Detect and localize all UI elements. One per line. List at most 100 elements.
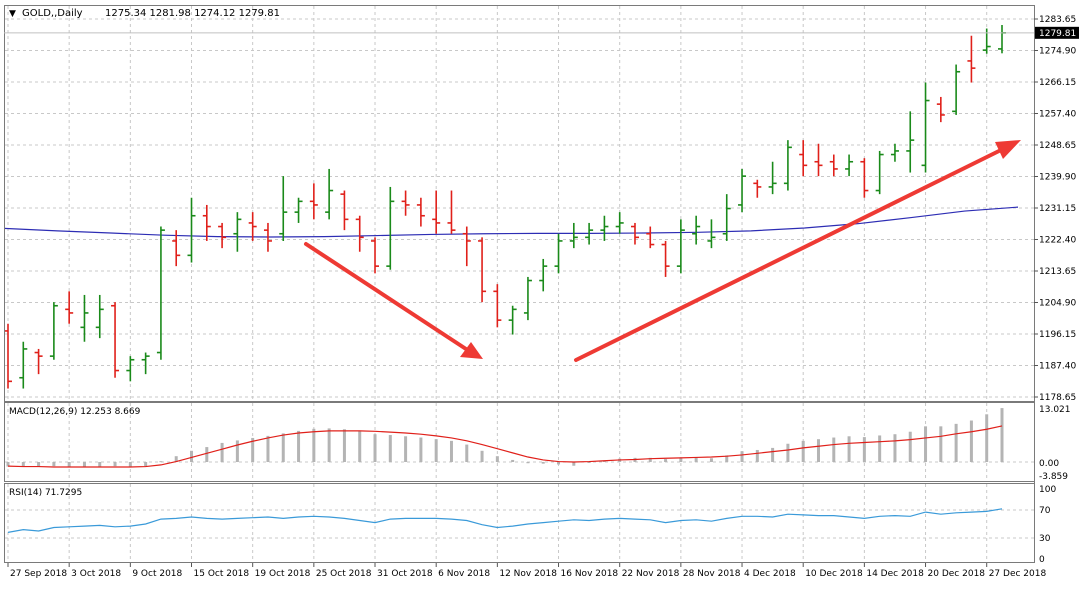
macd-histogram-bar <box>312 428 316 462</box>
price-tick-label: 1231.15 <box>1039 204 1076 214</box>
macd-histogram-bar <box>281 433 285 462</box>
macd-histogram-bar <box>755 449 759 462</box>
macd-tick-max: 13.021 <box>1039 405 1071 415</box>
date-tick-label: 9 Oct 2018 <box>132 569 182 579</box>
macd-histogram-bar <box>786 443 790 462</box>
price-chart[interactable]: ▼ GOLD,,Daily 1275.34 1281.98 1274.12 12… <box>0 0 1080 586</box>
price-tick-label: 1257.40 <box>1039 110 1076 120</box>
macd-histogram-bar <box>327 428 331 462</box>
macd-tick-min: -3.859 <box>1039 472 1068 482</box>
macd-histogram-bar <box>113 461 117 467</box>
macd-histogram-bar <box>939 426 943 462</box>
price-tick-label: 1204.90 <box>1039 299 1076 309</box>
rsi-label: RSI(14) 71.7295 <box>9 488 82 498</box>
date-tick-label: 12 Nov 2018 <box>499 569 557 579</box>
macd-tick-zero: 0.00 <box>1039 459 1059 469</box>
macd-histogram-bar <box>37 461 41 467</box>
macd-histogram-bar <box>924 426 928 462</box>
macd-histogram-bar <box>664 459 668 462</box>
macd-histogram-bar <box>82 461 86 467</box>
price-tick-label: 1178.65 <box>1039 393 1076 403</box>
ohlc-readout: 1275.34 1281.98 1274.12 1279.81 <box>105 8 280 19</box>
macd-histogram-bar <box>266 435 270 462</box>
macd-histogram-bar <box>342 429 346 462</box>
chart-background <box>0 0 1080 586</box>
date-tick-label: 4 Dec 2018 <box>744 569 796 579</box>
macd-histogram-bar <box>679 458 683 462</box>
macd-histogram-bar <box>297 430 301 462</box>
macd-histogram-bar <box>419 437 423 462</box>
macd-histogram-bar <box>52 461 56 467</box>
price-tick-label: 1196.15 <box>1039 330 1076 340</box>
price-tick-label: 1266.15 <box>1039 78 1076 88</box>
rsi-tick-label: 100 <box>1039 485 1056 495</box>
macd-histogram-bar <box>21 461 25 467</box>
macd-histogram-bar <box>220 442 224 462</box>
date-tick-label: 19 Oct 2018 <box>255 569 311 579</box>
macd-histogram-bar <box>434 439 438 462</box>
macd-histogram-bar <box>985 414 989 462</box>
rsi-tick-label: 0 <box>1039 555 1045 565</box>
title-arrow[interactable]: ▼ <box>9 9 16 19</box>
rsi-tick-label: 70 <box>1039 506 1051 516</box>
date-tick-label: 25 Oct 2018 <box>316 569 372 579</box>
macd-histogram-bar <box>816 439 820 462</box>
date-tick-label: 22 Nov 2018 <box>622 569 680 579</box>
macd-histogram-bar <box>740 451 744 462</box>
macd-histogram-bar <box>832 437 836 462</box>
date-tick-label: 6 Nov 2018 <box>438 569 490 579</box>
macd-histogram-bar <box>388 435 392 462</box>
date-tick-label: 16 Nov 2018 <box>561 569 619 579</box>
macd-histogram-bar <box>480 450 484 462</box>
macd-histogram-bar <box>526 461 530 464</box>
macd-label: MACD(12,26,9) 12.253 8.669 <box>9 407 141 417</box>
macd-histogram-bar <box>144 461 148 467</box>
macd-histogram-bar <box>954 423 958 462</box>
macd-histogram-bar <box>235 440 239 462</box>
price-tick-label: 1222.40 <box>1039 236 1076 246</box>
macd-histogram-bar <box>449 440 453 462</box>
date-tick-label: 27 Sep 2018 <box>10 569 67 579</box>
price-tick-label: 1283.65 <box>1039 15 1076 25</box>
macd-histogram-bar <box>67 461 71 467</box>
price-tick-label: 1274.90 <box>1039 47 1076 57</box>
macd-histogram-bar <box>969 420 973 462</box>
macd-histogram-bar <box>557 461 561 465</box>
date-tick-label: 10 Dec 2018 <box>805 569 863 579</box>
date-tick-label: 31 Oct 2018 <box>377 569 433 579</box>
macd-histogram-bar <box>511 459 515 462</box>
date-tick-label: 15 Oct 2018 <box>194 569 250 579</box>
macd-histogram-bar <box>878 435 882 462</box>
macd-histogram-bar <box>128 461 132 467</box>
date-tick-label: 20 Dec 2018 <box>928 569 986 579</box>
macd-histogram-bar <box>801 440 805 462</box>
macd-histogram-bar <box>404 436 408 462</box>
price-tick-label: 1213.65 <box>1039 267 1076 277</box>
macd-histogram-bar <box>694 457 698 462</box>
macd-histogram-bar <box>205 447 209 462</box>
macd-histogram-bar <box>862 437 866 462</box>
price-tick-label: 1187.40 <box>1039 362 1076 372</box>
macd-histogram-bar <box>709 458 713 462</box>
macd-histogram-bar <box>465 444 469 462</box>
date-tick-label: 14 Dec 2018 <box>866 569 924 579</box>
current-price-label: 1279.81 <box>1039 29 1076 39</box>
macd-histogram-bar <box>847 436 851 462</box>
date-tick-label: 27 Dec 2018 <box>989 569 1047 579</box>
macd-histogram-bar <box>771 447 775 462</box>
macd-histogram-bar <box>908 431 912 462</box>
date-tick-label: 3 Oct 2018 <box>71 569 121 579</box>
macd-histogram-bar <box>159 461 163 463</box>
price-tick-label: 1248.65 <box>1039 141 1076 151</box>
price-tick-label: 1239.90 <box>1039 173 1076 183</box>
chart-window[interactable]: ▼ GOLD,,Daily 1275.34 1281.98 1274.12 12… <box>0 0 1080 586</box>
symbol-label: GOLD,,Daily <box>22 8 83 19</box>
date-tick-label: 28 Nov 2018 <box>683 569 741 579</box>
macd-histogram-bar <box>495 456 499 462</box>
macd-histogram-bar <box>373 434 377 462</box>
macd-histogram-bar <box>190 450 194 462</box>
rsi-tick-label: 30 <box>1039 534 1051 544</box>
macd-histogram-bar <box>1000 408 1004 462</box>
macd-histogram-bar <box>358 431 362 462</box>
macd-histogram-bar <box>893 434 897 462</box>
